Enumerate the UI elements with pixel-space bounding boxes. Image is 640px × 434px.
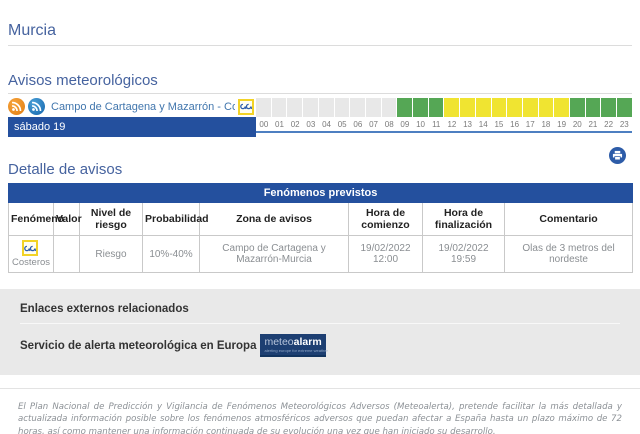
external-links-title: Enlaces externos relacionados: [12, 301, 628, 323]
hour-cell-09: [397, 98, 412, 117]
zone-row: Campo de Cartagena y Mazarrón - Costa: [8, 96, 256, 117]
hour-cell-19: [554, 98, 569, 117]
hour-labels: 0001020304050607080910111213141516171819…: [256, 117, 632, 133]
cell-valor: [54, 236, 80, 273]
hour-label-19: 19: [554, 117, 570, 131]
meteoalarm-logo-alarm: alarm: [294, 337, 322, 348]
column-header-finalizacion: Hora de finalización: [423, 203, 505, 236]
hour-label-09: 09: [397, 117, 413, 131]
hour-cell-03: [303, 98, 318, 117]
table-row: Costeros Riesgo 10%-40% Campo de Cartage…: [9, 236, 633, 273]
cell-zona: Campo de Cartagena y Mazarrón-Murcia: [200, 236, 349, 273]
meteoalarm-tagline: alerting europe for extreme weather: [264, 348, 322, 353]
cell-finalizacion: 19/02/2022 19:59: [423, 236, 505, 273]
hour-cell-21: [586, 98, 601, 117]
hour-cell-23: [617, 98, 632, 117]
hour-cell-08: [382, 98, 397, 117]
hour-label-21: 21: [585, 117, 601, 131]
hour-label-13: 13: [460, 117, 476, 131]
printer-icon[interactable]: [609, 147, 626, 164]
cell-fenomeno: Costeros: [9, 236, 54, 273]
page: Murcia Avisos meteorológicos Campo de Ca…: [0, 0, 640, 434]
hour-label-07: 07: [366, 117, 382, 131]
section-title-detalle: Detalle de avisos: [0, 161, 640, 183]
hour-cell-20: [570, 98, 585, 117]
hour-cells: [256, 98, 632, 117]
hour-label-14: 14: [475, 117, 491, 131]
column-header-zona: Zona de avisos: [200, 203, 349, 236]
hour-label-08: 08: [381, 117, 397, 131]
hour-label-10: 10: [413, 117, 429, 131]
column-header-nivel: Nivel de riesgo: [80, 203, 143, 236]
column-header-probabilidad: Probabilidad: [143, 203, 200, 236]
external-links-section: Enlaces externos relacionados Servicio d…: [0, 289, 640, 375]
disclaimer-text: El Plan Nacional de Predicción y Vigilan…: [18, 401, 622, 434]
rss-icon[interactable]: [8, 98, 25, 115]
hour-cell-22: [601, 98, 616, 117]
hour-cell-17: [523, 98, 538, 117]
hour-cell-10: [413, 98, 428, 117]
warnings-widget: Campo de Cartagena y Mazarrón - Costa sá…: [8, 96, 632, 137]
hour-label-12: 12: [444, 117, 460, 131]
warnings-table: Fenómenos previstos Fenómeno Valor Nivel…: [8, 183, 633, 273]
column-header-comienzo: Hora de comienzo: [349, 203, 423, 236]
hour-cell-16: [507, 98, 522, 117]
detail-section: Detalle de avisos Fenómenos previstos Fe…: [0, 161, 640, 273]
day-label-bar: sábado 19: [8, 117, 256, 137]
external-link-row: Servicio de alerta meteorológica en Euro…: [12, 324, 628, 357]
hour-label-20: 20: [569, 117, 585, 131]
hour-cell-14: [476, 98, 491, 117]
hour-label-06: 06: [350, 117, 366, 131]
meteoalarm-logo-meteo: meteo: [264, 337, 293, 348]
table-caption: Fenómenos previstos: [9, 184, 633, 203]
hour-cell-02: [287, 98, 302, 117]
coastal-phenomena-icon[interactable]: [238, 99, 254, 115]
divider: [0, 388, 640, 389]
hour-label-01: 01: [272, 117, 288, 131]
hour-cell-04: [319, 98, 334, 117]
hour-label-16: 16: [507, 117, 523, 131]
phenomenon-label: Costeros: [12, 257, 50, 268]
hour-label-17: 17: [522, 117, 538, 131]
hour-cell-11: [429, 98, 444, 117]
rss-icon[interactable]: [28, 98, 45, 115]
hour-label-05: 05: [334, 117, 350, 131]
hour-label-02: 02: [287, 117, 303, 131]
column-header-valor: Valor: [54, 203, 80, 236]
divider: [8, 93, 632, 94]
hour-label-00: 00: [256, 117, 272, 131]
external-link-label: Servicio de alerta meteorológica en Euro…: [20, 340, 256, 352]
meteoalarm-logo[interactable]: meteoalarm alerting europe for extreme w…: [260, 334, 326, 357]
hour-cell-12: [444, 98, 459, 117]
hour-label-15: 15: [491, 117, 507, 131]
hour-label-03: 03: [303, 117, 319, 131]
hour-label-11: 11: [428, 117, 444, 131]
hour-label-22: 22: [601, 117, 617, 131]
hour-label-18: 18: [538, 117, 554, 131]
page-title: Murcia: [0, 0, 640, 45]
zone-link[interactable]: Campo de Cartagena y Mazarrón - Costa: [51, 101, 235, 113]
warnings-left-panel: Campo de Cartagena y Mazarrón - Costa sá…: [8, 96, 256, 137]
hour-cell-00: [256, 98, 271, 117]
table-header-row: Fenómeno Valor Nivel de riesgo Probabili…: [9, 203, 633, 236]
column-header-fenomeno: Fenómeno: [9, 203, 54, 236]
hour-cell-18: [539, 98, 554, 117]
hour-label-04: 04: [319, 117, 335, 131]
section-title-avisos: Avisos meteorológicos: [0, 46, 640, 93]
hour-cell-07: [366, 98, 381, 117]
cell-probabilidad: 10%-40%: [143, 236, 200, 273]
coastal-phenomena-icon[interactable]: [22, 240, 38, 256]
warnings-timeline: 0001020304050607080910111213141516171819…: [256, 96, 632, 137]
hour-cell-15: [492, 98, 507, 117]
hour-cell-01: [272, 98, 287, 117]
column-header-comentario: Comentario: [505, 203, 633, 236]
cell-nivel: Riesgo: [80, 236, 143, 273]
hour-cell-05: [335, 98, 350, 117]
cell-comienzo: 19/02/2022 12:00: [349, 236, 423, 273]
hour-cell-13: [460, 98, 475, 117]
hour-cell-06: [350, 98, 365, 117]
table-caption-row: Fenómenos previstos: [9, 184, 633, 203]
cell-comentario: Olas de 3 metros del nordeste: [505, 236, 633, 273]
hour-label-23: 23: [616, 117, 632, 131]
